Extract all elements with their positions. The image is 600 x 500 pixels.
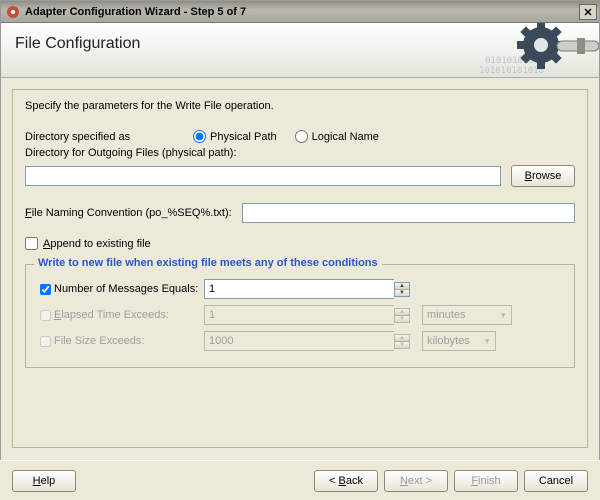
help-button[interactable]: Help [12,470,76,492]
header-band: File Configuration 01010101010 101010101… [1,23,599,78]
radio-logical-label: Logical Name [312,131,379,143]
back-button[interactable]: < Back [314,470,378,492]
cond-num-messages-label: Number of Messages Equals: [54,283,204,295]
append-checkbox[interactable]: Append to existing file [25,237,151,250]
cond-num-messages-spinner[interactable] [204,279,394,299]
cond-elapsed-time: Elapsed Time Exceeds: ▲▼ minutes▼ [36,305,564,325]
cond-filesize-check [40,335,51,348]
spin-down-icon: ▼ [395,342,409,348]
append-label: Append to existing file [43,238,151,250]
spin-down-icon[interactable]: ▼ [395,290,409,296]
cond-filesize-label: File Size Exceeds: [54,335,204,347]
cond-elapsed-label: Elapsed Time Exceeds: [54,309,204,321]
outgoing-dir-label: Directory for Outgoing Files (physical p… [25,147,575,159]
radio-physical-label: Physical Path [210,131,277,143]
chevron-down-icon: ▼ [483,337,491,346]
svg-text:101010101010: 101010101010 [479,66,544,76]
close-button[interactable] [579,4,597,20]
cond-filesize-unit: kilobytes▼ [422,331,496,351]
cond-num-messages-input[interactable] [204,279,394,299]
cond-num-messages-spin-btns[interactable]: ▲▼ [394,282,410,297]
app-icon [5,4,21,20]
intro-text: Specify the parameters for the Write Fil… [25,100,575,112]
cond-filesize-spin-btns: ▲▼ [394,334,410,349]
close-icon [584,8,592,16]
conditions-fieldset: Write to new file when existing file mee… [25,264,575,368]
dir-spec-label: Directory specified as [25,131,175,143]
content-area: Specify the parameters for the Write Fil… [0,77,600,460]
radio-physical-path[interactable]: Physical Path [193,130,277,143]
browse-button[interactable]: Browse [511,165,575,187]
cond-elapsed-spin-btns: ▲▼ [394,308,410,323]
gear-icon: 01010101010 101010101010 [479,23,599,77]
cond-filesize-input [204,331,394,351]
config-panel: Specify the parameters for the Write Fil… [12,89,588,448]
wizard-footer: Help < Back Next > Finish Cancel [0,460,600,500]
cancel-button[interactable]: Cancel [524,470,588,492]
chevron-down-icon: ▼ [499,311,507,320]
radio-logical-input[interactable] [295,130,308,143]
window-title: Adapter Configuration Wizard - Step 5 of… [25,6,579,18]
cond-elapsed-spinner [204,305,394,325]
finish-button[interactable]: Finish [454,470,518,492]
cond-elapsed-check [40,309,51,322]
spin-up-icon[interactable]: ▲ [395,283,409,290]
outgoing-dir-input[interactable] [25,166,501,186]
conditions-legend: Write to new file when existing file mee… [34,257,382,269]
spin-down-icon: ▼ [395,316,409,322]
radio-physical-input[interactable] [193,130,206,143]
cond-elapsed-input [204,305,394,325]
spin-up-icon: ▲ [395,309,409,316]
titlebar: Adapter Configuration Wizard - Step 5 of… [1,1,599,23]
radio-logical-name[interactable]: Logical Name [295,130,379,143]
spin-up-icon: ▲ [395,335,409,342]
append-checkbox-input[interactable] [25,237,38,250]
cond-filesize-spinner [204,331,394,351]
cond-num-messages: Number of Messages Equals: ▲▼ [36,279,564,299]
cond-file-size: File Size Exceeds: ▲▼ kilobytes▼ [36,331,564,351]
next-button[interactable]: Next > [384,470,448,492]
naming-label: File Naming Convention (po_%SEQ%.txt): [25,207,232,219]
cond-elapsed-unit: minutes▼ [422,305,512,325]
cond-num-messages-check[interactable] [40,283,51,296]
naming-input[interactable] [242,203,575,223]
